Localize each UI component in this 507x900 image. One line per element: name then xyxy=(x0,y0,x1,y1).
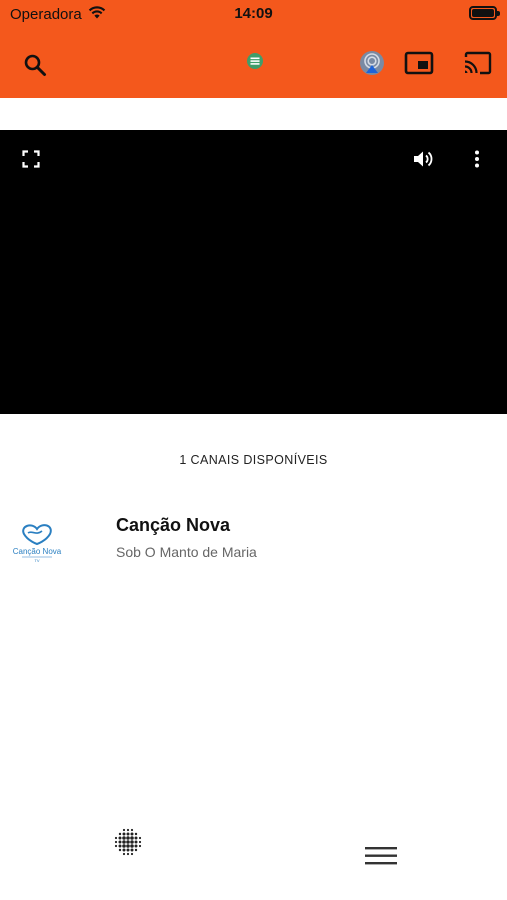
more-vertical-icon xyxy=(475,150,479,168)
airplay-button[interactable] xyxy=(358,48,386,78)
dots-grid-icon xyxy=(114,828,142,856)
clock: 14:09 xyxy=(234,5,273,22)
video-player[interactable] xyxy=(0,130,507,414)
svg-text:TV: TV xyxy=(34,558,39,562)
dots-grid-button[interactable] xyxy=(112,826,144,858)
cast-button[interactable] xyxy=(461,49,495,77)
status-bar: Operadora 14:09 xyxy=(0,0,507,30)
more-options-button[interactable] xyxy=(468,147,486,171)
channel-program: Sob O Manto de Maria xyxy=(116,544,257,560)
channel-name: Canção Nova xyxy=(116,515,231,535)
picture-in-picture-icon xyxy=(404,51,434,75)
channels-count-label: 1 CANAIS DISPONÍVEIS xyxy=(179,453,328,467)
chat-button[interactable] xyxy=(244,50,266,72)
app-header: Operadora 14:09 xyxy=(0,0,507,98)
volume-button[interactable] xyxy=(412,147,436,171)
picture-in-picture-button[interactable] xyxy=(402,49,436,77)
airplay-icon xyxy=(360,51,384,75)
battery-icon xyxy=(469,6,500,20)
channel-logo: Canção Nova TV xyxy=(13,524,62,562)
list-item[interactable]: Canção Nova TV Canção Nova Sob O Manto d… xyxy=(0,500,507,570)
fullscreen-icon xyxy=(22,150,40,168)
chat-icon xyxy=(247,53,263,69)
search-button[interactable] xyxy=(20,50,50,80)
svg-text:Canção Nova: Canção Nova xyxy=(13,547,62,556)
search-icon xyxy=(24,54,46,76)
fullscreen-button[interactable] xyxy=(20,148,42,170)
spacer xyxy=(0,98,507,130)
volume-icon xyxy=(414,151,433,167)
menu-icon xyxy=(365,847,397,865)
menu-button[interactable] xyxy=(364,843,398,869)
cast-icon xyxy=(464,51,492,75)
